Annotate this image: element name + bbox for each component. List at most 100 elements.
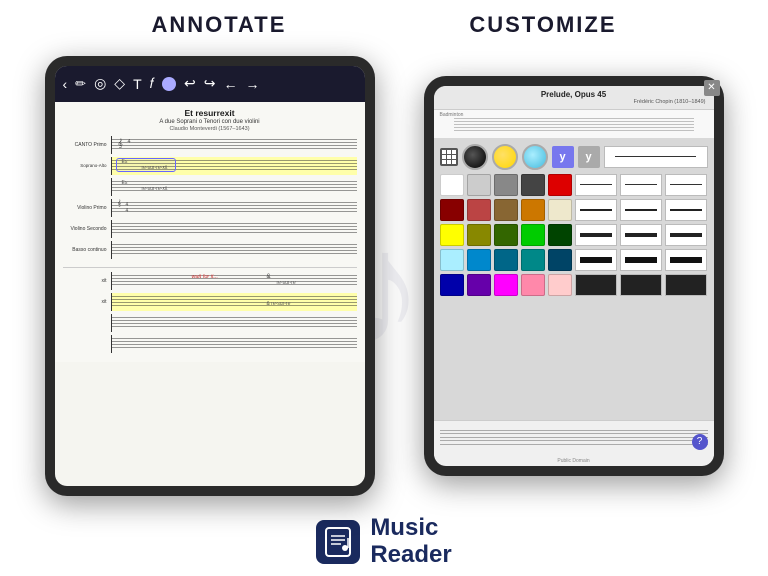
color-cream[interactable] [548,199,572,221]
line-weight-12[interactable] [665,249,707,271]
color-white[interactable] [440,174,464,196]
color-swatch-cyan-circle[interactable] [522,144,548,170]
color-row-5 [440,274,708,296]
shape-icon[interactable]: ◇ [114,75,125,92]
bottom-lines-1: wait for it... & re-sur-re [111,272,357,290]
prelude-staff: Badminton [434,110,714,138]
prelude-staff-lines [454,118,694,132]
redo-icon[interactable]: ↪ [204,75,216,92]
pencil-icon[interactable]: ✏ [75,76,86,92]
line-weight-5[interactable] [620,199,662,221]
bottom-row-4 [63,335,357,353]
close-button[interactable]: ✕ [704,86,714,96]
staff-lines-soprano: Es re-sur-re-xit [111,157,357,175]
bottom-lines-2: & re-sur-re [111,293,357,311]
app-logo [316,520,360,564]
color-darkgreen[interactable] [494,224,518,246]
bottom-staff-section: xit wait for it... & re-sur-re xit & re-… [63,267,357,353]
nav-left-icon[interactable]: ← [223,76,237,92]
music-toolbar: ‹ ✏ ◎ ◇ T 𝑓 ↩ ↪ ← → [55,66,365,102]
help-button[interactable]: ? [692,434,708,450]
bottom-lines-4 [111,335,357,353]
staff-lines-canto: 𝄞 4 [111,136,357,154]
color-blue[interactable] [467,249,491,271]
line-weight-thin[interactable] [604,146,708,168]
line-weight-6[interactable] [665,199,707,221]
staff-row-basso: Basso continuo [63,241,357,259]
color-swatch-black-circle[interactable] [462,144,488,170]
bottom-strip: ? [434,420,714,456]
color-darknavy[interactable] [440,274,464,296]
line-weight-15[interactable] [665,274,707,296]
line-weight-10[interactable] [575,249,617,271]
music-subtitle: A due Soprani o Tenori con due violini [63,119,357,125]
part-label-violino1: Violino Primo [63,205,111,211]
color-row-2 [440,199,708,221]
color-lightpink[interactable] [548,274,572,296]
line-weight-2[interactable] [620,174,662,196]
part-label-basso: Basso continuo [63,247,111,253]
staff-lines-basso [111,241,357,259]
main-content: ‹ ✏ ◎ ◇ T 𝑓 ↩ ↪ ← → Et resurrexit A due … [0,46,768,505]
color-teal[interactable] [521,249,545,271]
color-yellow[interactable] [440,224,464,246]
back-button[interactable]: ‹ [63,76,68,92]
color-picker-header: y y [440,144,708,170]
color-purple[interactable] [467,274,491,296]
staff-lines-empty1: Es re-sur-re-xit [111,178,357,196]
line-weight-7[interactable] [575,224,617,246]
color-darkblue[interactable] [494,249,518,271]
y-button-1[interactable]: y [552,146,574,168]
line-weight-3[interactable] [665,174,707,196]
staff-lines-violino1: 𝄞 44 [111,199,357,217]
music-logo-icon [324,526,352,558]
app-name-line2: Reader [370,542,451,568]
line-weight-4[interactable] [575,199,617,221]
prelude-composer: Frédéric Chopin (1810–1849) [442,99,706,105]
line-weight-8[interactable] [620,224,662,246]
color-row-3 [440,224,708,246]
color-darkred[interactable] [440,199,464,221]
undo-icon[interactable]: ↩ [184,75,196,92]
prelude-header: Prelude, Opus 45 Frédéric Chopin (1810–1… [434,86,714,110]
color-row-4 [440,249,708,271]
color-lightgray[interactable] [467,174,491,196]
cursor-icon[interactable]: 𝑓 [150,75,154,92]
ampersand-1: & [267,274,271,280]
color-swatch-yellow-circle[interactable] [492,144,518,170]
color-lightblue[interactable] [440,249,464,271]
line-weight-13[interactable] [575,274,617,296]
color-medred[interactable] [467,199,491,221]
color-darkgray[interactable] [521,174,545,196]
color-navy[interactable] [548,249,572,271]
left-tablet-screen: ‹ ✏ ◎ ◇ T 𝑓 ↩ ↪ ← → Et resurrexit A due … [55,66,365,486]
nav-right-icon[interactable]: → [245,76,259,92]
text-icon[interactable]: T [133,76,142,92]
sheet-music-content: Et resurrexit A due Soprani o Tenori con… [55,102,365,362]
line-weight-9[interactable] [665,224,707,246]
color-magenta[interactable] [494,274,518,296]
color-olive[interactable] [467,224,491,246]
color-orange[interactable] [521,199,545,221]
grid-view-icon[interactable] [440,148,458,166]
part-label-soprano: Soprano-Alto [63,163,111,168]
line-weight-11[interactable] [620,249,662,271]
highlighter-icon[interactable]: ◎ [94,75,106,92]
color-green[interactable] [521,224,545,246]
line-weight-14[interactable] [620,274,662,296]
right-tablet: Prelude, Opus 45 Frédéric Chopin (1810–1… [424,76,724,476]
bottom-lines-3 [111,314,357,332]
color-circle[interactable] [162,77,176,91]
color-brown[interactable] [494,199,518,221]
staff-row-soprano: Soprano-Alto Es re-sur-re-xit [63,157,357,175]
page-wrapper: ♪ ANNOTATE CUSTOMIZE ‹ ✏ ◎ ◇ T 𝑓 ↩ ↪ [0,0,768,576]
color-vdarkgreen[interactable] [548,224,572,246]
color-gray[interactable] [494,174,518,196]
prelude-title: Prelude, Opus 45 [442,90,706,99]
bottom-music-preview [440,428,708,448]
y-button-2[interactable]: y [578,146,600,168]
color-pink[interactable] [521,274,545,296]
staff-row-violino2: Violino Secondo [63,220,357,238]
line-weight-1[interactable] [575,174,617,196]
color-red[interactable] [548,174,572,196]
